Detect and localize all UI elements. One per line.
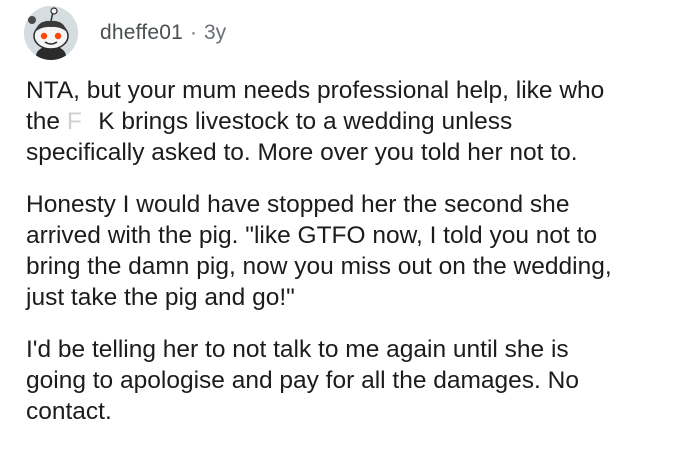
avatar[interactable] (24, 6, 78, 60)
comment-text: the (26, 108, 67, 135)
comment-line: going to apologise and pay for all the d… (26, 367, 579, 394)
comment-line: specifically asked to. More over you tol… (26, 139, 578, 166)
comment-line: arrived with the pig. "like GTFO now, I … (26, 222, 598, 249)
comment-line: the F K brings livestock to a wedding un… (26, 106, 688, 137)
comment-age: 3y (203, 21, 227, 44)
snoo-avatar-icon (24, 6, 78, 60)
comment-body: NTA, but your mum needs professional hel… (26, 75, 688, 448)
comment-line: I'd be telling her to not talk to me aga… (26, 336, 569, 363)
comment-header: dheffe01 · 3y (24, 6, 226, 60)
comment-text: K brings livestock to a wedding unless (98, 108, 513, 135)
comment-line: Honesty I would have stopped her the sec… (26, 191, 570, 218)
censored-word: F (66, 108, 99, 135)
author-username[interactable]: dheffe01 (100, 21, 183, 45)
comment-line: contact. (26, 398, 112, 425)
comment-line: NTA, but your mum needs professional hel… (26, 77, 605, 104)
comment-line: bring the damn pig, now you miss out on … (26, 253, 612, 280)
comment-paragraph: NTA, but your mum needs professional hel… (26, 75, 688, 168)
comment-paragraph: I'd be telling her to not talk to me aga… (26, 334, 688, 427)
comment-paragraph: Honesty I would have stopped her the sec… (26, 189, 688, 313)
separator-dot: · (189, 21, 197, 44)
comment-line: just take the pig and go!" (26, 284, 295, 311)
